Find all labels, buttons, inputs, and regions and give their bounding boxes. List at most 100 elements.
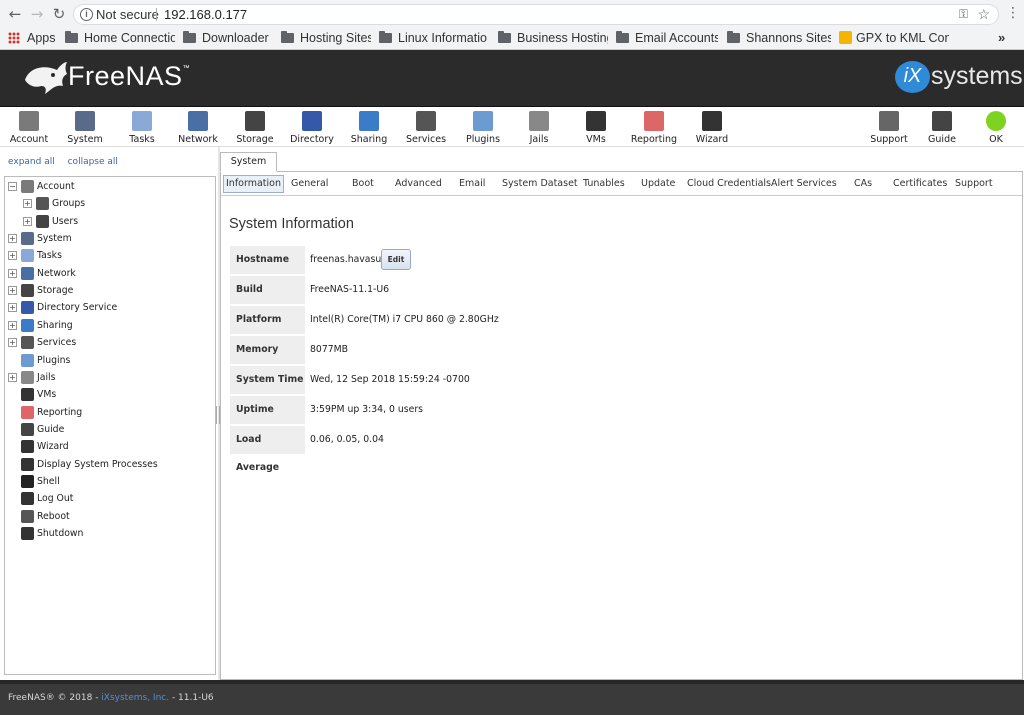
address-bar[interactable]: i Not secure 192.168.0.177 ⚿ ☆	[73, 4, 999, 25]
sidebar-item-network[interactable]: + Network	[5, 266, 210, 282]
toolbar-sharing-button[interactable]: Sharing	[341, 109, 397, 147]
bookmark-5[interactable]: Business Hosting	[498, 31, 608, 47]
subtab-general[interactable]: General	[291, 177, 328, 193]
tree-expand-icon[interactable]: +	[23, 199, 32, 209]
bookmark-3[interactable]: Hosting Sites	[281, 31, 371, 47]
toolbar-label: Guide	[928, 134, 956, 145]
sidebar-item-tasks[interactable]: + Tasks	[5, 248, 210, 264]
sidebar-item-system[interactable]: + System	[5, 231, 210, 247]
bookmark-8[interactable]: GPX to KML Con	[839, 31, 949, 47]
sidebar-item-storage[interactable]: + Storage	[5, 283, 210, 299]
toolbar-guide-button[interactable]: Guide	[914, 109, 970, 147]
sidebar-item-sharing[interactable]: + Sharing	[5, 318, 210, 334]
info-row-hostname: Hostname freenas.havasu Edit	[230, 245, 530, 275]
tree-expand-icon[interactable]: +	[8, 372, 17, 382]
tree-expand-icon[interactable]: +	[8, 251, 17, 261]
sidebar-item-plugins[interactable]: Plugins	[5, 353, 210, 369]
info-value: 8077MB	[310, 344, 349, 355]
bookmark-1[interactable]: Home Connectio	[65, 31, 175, 47]
toolbar-plugins-button[interactable]: Plugins	[455, 109, 511, 147]
bookmark-6[interactable]: Email Accounts	[616, 31, 718, 47]
tree-expand-icon[interactable]: +	[8, 268, 17, 278]
divider	[156, 8, 157, 21]
subtab-support[interactable]: Support	[955, 177, 993, 193]
toolbar-reporting-button[interactable]: Reporting	[626, 109, 682, 147]
collapse-all-link[interactable]: collapse all	[68, 157, 118, 167]
subtab-advanced[interactable]: Advanced	[395, 177, 442, 193]
sidebar-item-log-out[interactable]: Log Out	[5, 491, 210, 507]
star-icon[interactable]: ☆	[977, 5, 990, 24]
toolbar-vms-button[interactable]: VMs	[568, 109, 624, 147]
subtab-alert-services[interactable]: Alert Services	[771, 177, 837, 193]
subtab-cloud-credentials[interactable]: Cloud Credentials	[687, 177, 771, 193]
back-arrow-icon[interactable]: ←	[7, 6, 23, 22]
subtab-certificates[interactable]: Certificates	[893, 177, 947, 193]
bookmarks-overflow-icon[interactable]: »	[998, 30, 1005, 45]
sidebar-item-vms[interactable]: VMs	[5, 387, 210, 403]
tree-expand-icon[interactable]: +	[8, 338, 17, 348]
toolbar-support-button[interactable]: Support	[861, 109, 917, 147]
sidebar-item-jails[interactable]: + Jails	[5, 370, 210, 386]
toolbar-system-button[interactable]: System	[57, 109, 113, 147]
bookmark-2[interactable]: Downloader	[183, 31, 273, 47]
ixsystems-link[interactable]: iXsystems, Inc.	[101, 693, 169, 703]
toolbar-account-button[interactable]: Account	[1, 109, 57, 147]
tree-collapse-icon[interactable]: −	[8, 182, 17, 191]
expand-all-link[interactable]: expand all	[8, 157, 55, 167]
bookmark-7[interactable]: Shannons Sites	[727, 31, 831, 47]
edit-hostname-button[interactable]: Edit	[381, 249, 411, 270]
forward-arrow-icon[interactable]: →	[29, 6, 45, 22]
tree-expand-icon[interactable]: +	[8, 303, 17, 313]
browser-menu-icon[interactable]: ⋮	[1006, 5, 1020, 21]
subtab-system-dataset[interactable]: System Dataset	[502, 177, 578, 193]
toolbar-network-button[interactable]: Network	[170, 109, 226, 147]
puzzle-icon	[21, 353, 34, 367]
subtab-tunables[interactable]: Tunables	[583, 177, 625, 193]
toolbar-ok-button[interactable]: OK	[968, 109, 1024, 147]
tree-expand-icon[interactable]: +	[8, 320, 17, 330]
toolbar-directory-button[interactable]: Directory	[284, 109, 340, 147]
gears-icon	[21, 336, 34, 350]
sidebar-item-reporting[interactable]: Reporting	[5, 405, 210, 421]
bookmark-4[interactable]: Linux Informatio	[379, 31, 491, 47]
footer-copyright: FreeNAS® © 2018 -	[8, 693, 102, 703]
ix-wordmark: systems	[931, 62, 1023, 90]
sidebar-item-users[interactable]: + Users	[5, 214, 210, 230]
bookmark-0[interactable]: Apps	[8, 31, 58, 47]
sidebar-item-shell[interactable]: Shell	[5, 474, 210, 490]
sidebar-item-wizard[interactable]: Wizard	[5, 439, 210, 455]
sidebar-item-label: Network	[37, 267, 76, 279]
tree-expand-icon[interactable]: +	[8, 234, 17, 244]
sidebar-item-directory-service[interactable]: + Directory Service	[5, 300, 210, 316]
sidebar-item-account[interactable]: − Account	[5, 179, 210, 195]
toolbar-services-button[interactable]: Services	[398, 109, 454, 147]
sidebar-item-shutdown[interactable]: Shutdown	[5, 526, 210, 542]
toolbar-label: Wizard	[695, 134, 729, 145]
tab-system[interactable]: System	[220, 152, 277, 172]
tree-expand-icon[interactable]: +	[8, 286, 17, 296]
subtab-update[interactable]: Update	[641, 177, 675, 193]
sidebar-item-reboot[interactable]: Reboot	[5, 509, 210, 525]
sidebar-item-guide[interactable]: Guide	[5, 422, 210, 438]
sidebar-item-services[interactable]: + Services	[5, 335, 210, 351]
tree-controls: expand all collapse all	[8, 157, 128, 167]
toolbar-tasks-button[interactable]: Tasks	[114, 109, 170, 147]
wizard-hat-icon	[21, 440, 34, 454]
toolbar-storage-button[interactable]: Storage	[227, 109, 283, 147]
subtab-email[interactable]: Email	[459, 177, 485, 193]
tree-expand-icon[interactable]: +	[23, 216, 32, 226]
toolbar-wizard-button[interactable]: Wizard	[684, 109, 740, 147]
toolbar-label: System	[67, 134, 103, 145]
info-icon[interactable]: i	[80, 8, 93, 21]
reload-icon[interactable]: ↻	[51, 6, 67, 22]
toolbar-label: Plugins	[465, 134, 501, 145]
subtab-boot[interactable]: Boot	[352, 177, 374, 193]
calendar-icon	[21, 249, 34, 263]
subtab-information[interactable]: Information	[223, 175, 284, 193]
key-icon[interactable]: ⚿	[959, 5, 968, 24]
url-text[interactable]: 192.168.0.177	[164, 5, 247, 24]
subtab-cas[interactable]: CAs	[854, 177, 872, 193]
sidebar-item-groups[interactable]: + Groups	[5, 196, 210, 212]
sidebar-item-display-system-processes[interactable]: Display System Processes	[5, 457, 210, 473]
toolbar-jails-button[interactable]: Jails	[511, 109, 567, 147]
